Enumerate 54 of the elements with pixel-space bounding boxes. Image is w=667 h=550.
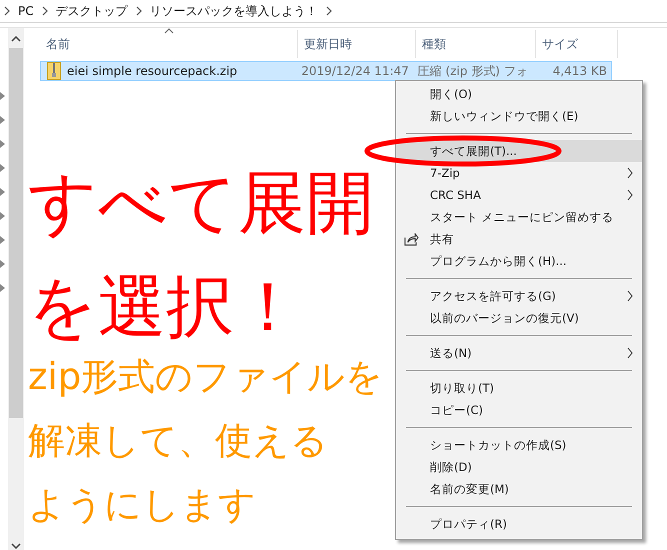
expand-arrow-icon[interactable] [0,236,5,244]
scroll-up-icon[interactable] [11,36,21,42]
share-icon [404,233,419,246]
column-header[interactable]: 種類 [416,30,536,58]
column-header[interactable]: サイズ [536,30,618,58]
menu-item[interactable]: 名前の変更(M) [396,478,642,500]
scrollbar-thumb[interactable] [9,48,23,418]
menu-item[interactable]: プログラムから開く(H)... [396,250,642,272]
expand-arrow-icon[interactable] [0,260,5,268]
zip-folder-icon [47,62,61,80]
note-text: ようにします [28,482,256,528]
expand-arrow-icon[interactable] [0,92,5,100]
scroll-down-icon[interactable] [11,543,21,549]
file-row[interactable]: eiei simple resourcepack.zip 2019/12/24 11:47 圧縮 (zip 形式) フォ 4,413 KB [40,61,612,81]
file-size: 4,413 KB [552,64,607,78]
address-bar[interactable]: PC デスクトップ リソースパックを導入しよう！ [0,0,667,23]
chevron-right-icon[interactable] [42,6,48,16]
menu-item[interactable]: ショートカットの作成(S) [396,434,642,456]
note-text: zip形式のファイルを [28,354,384,400]
note-text: 解凍して、使える [28,418,328,464]
file-type: 圧縮 (zip 形式) フォ [418,62,528,80]
column-header[interactable]: 更新日時 [298,30,416,58]
expand-arrow-icon[interactable] [0,164,5,172]
menu-item[interactable]: 新しいウィンドウで開く(E) [396,105,642,127]
menu-item[interactable]: 7-Zip [396,162,642,184]
file-date: 2019/12/24 11:47 [301,64,409,78]
menu-item[interactable]: 共有 [396,228,642,250]
menu-item[interactable]: 削除(D) [396,456,642,478]
chevron-right-icon[interactable] [136,6,142,16]
menu-item[interactable]: 開く(O) [396,83,642,105]
breadcrumb-item[interactable]: デスクトップ [56,2,128,20]
file-name: eiei simple resourcepack.zip [67,64,238,78]
scrollbar[interactable] [8,28,24,550]
menu-item[interactable]: スタート メニューにピン留めする [396,206,642,228]
callout-text: すべて展開 [28,163,374,245]
menu-item[interactable]: 送る(N) [396,342,642,364]
breadcrumb-item[interactable]: リソースパックを導入しよう！ [150,2,318,20]
expand-arrow-icon[interactable] [0,212,5,220]
expand-arrow-icon[interactable] [0,284,5,292]
expand-arrow-icon[interactable] [0,140,5,148]
menu-item[interactable]: コピー(C) [396,399,642,421]
callout-text: を選択！ [28,267,302,349]
breadcrumb-item[interactable]: PC [18,4,34,18]
column-header[interactable]: 名前 [40,30,298,58]
sort-caret-icon [164,28,174,34]
expand-arrow-icon[interactable] [0,188,5,196]
chevron-right-icon[interactable] [4,6,10,16]
menu-item[interactable]: アクセスを許可する(G) [396,285,642,307]
menu-item[interactable]: CRC SHA [396,184,642,206]
menu-item[interactable]: 切り取り(T) [396,377,642,399]
menu-item[interactable]: プロパティ(R) [396,513,642,535]
chevron-right-icon[interactable] [326,6,332,16]
expand-arrow-icon[interactable] [0,116,5,124]
menu-item[interactable]: 以前のバージョンの復元(V) [396,307,642,329]
